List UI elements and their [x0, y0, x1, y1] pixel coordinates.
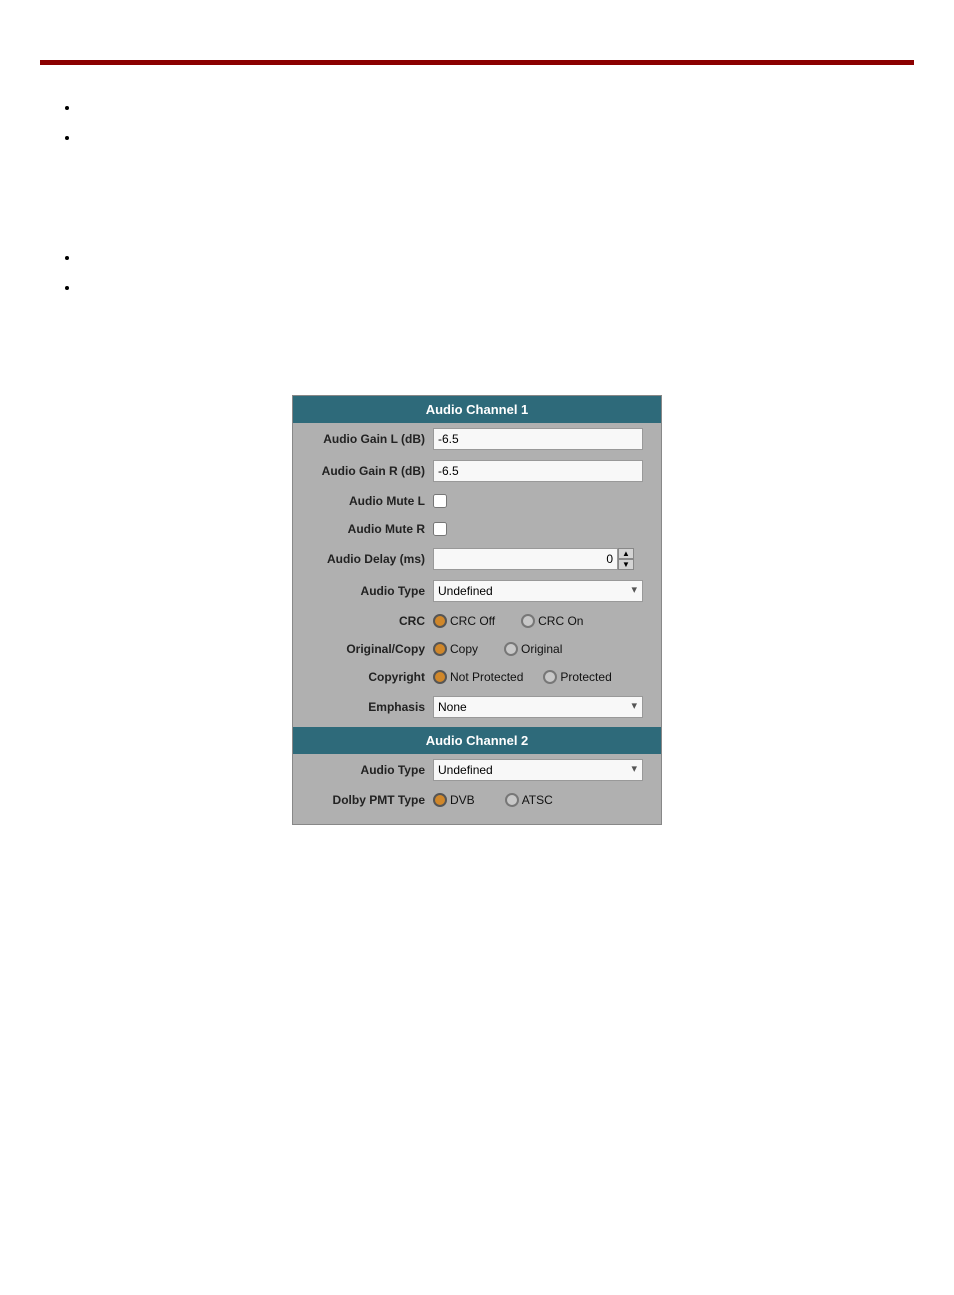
bullet-item — [80, 245, 954, 263]
audio-type2-select-wrap: Undefined MPEG1 Layer1 MPEG1 Layer2 MPEG… — [433, 759, 643, 781]
audio-type2-row: Audio Type Undefined MPEG1 Layer1 MPEG1 … — [293, 754, 661, 786]
crc-radio-group: CRC Off CRC On — [433, 614, 583, 628]
emphasis-label: Emphasis — [303, 700, 433, 714]
dolby-pmt-row: Dolby PMT Type DVB ATSC — [293, 786, 661, 814]
original-label: Original — [521, 642, 562, 656]
original-copy-radio-group: Copy Original — [433, 642, 562, 656]
bullet-item — [80, 125, 954, 143]
audio-mute-r-label: Audio Mute R — [303, 522, 433, 536]
copy-label: Copy — [450, 642, 478, 656]
audio-gain-l-input[interactable] — [433, 428, 643, 450]
copyright-label: Copyright — [303, 670, 433, 684]
audio-gain-l-label: Audio Gain L (dB) — [303, 432, 433, 446]
crc-on-item[interactable]: CRC On — [521, 614, 583, 628]
audio-mute-l-checkbox[interactable] — [433, 494, 447, 508]
bullet-list-2 — [80, 245, 954, 293]
original-radio[interactable] — [504, 642, 518, 656]
crc-on-label: CRC On — [538, 614, 583, 628]
emphasis-control: None 50/15 μs CCITT J.17 — [433, 696, 651, 718]
original-copy-label: Original/Copy — [303, 642, 433, 656]
emphasis-select[interactable]: None 50/15 μs CCITT J.17 — [433, 696, 643, 718]
protected-radio[interactable] — [543, 670, 557, 684]
audio-mute-r-checkbox[interactable] — [433, 522, 447, 536]
crc-row: CRC CRC Off CRC On — [293, 607, 661, 635]
audio-delay-spinner-btns: ▲ ▼ — [618, 548, 634, 570]
audio-type-select[interactable]: Undefined MPEG1 Layer1 MPEG1 Layer2 MPEG… — [433, 580, 643, 602]
emphasis-select-wrap: None 50/15 μs CCITT J.17 — [433, 696, 643, 718]
audio-type-select-wrap: Undefined MPEG1 Layer1 MPEG1 Layer2 MPEG… — [433, 580, 643, 602]
channel2-header: Audio Channel 2 — [293, 727, 661, 754]
copy-radio[interactable] — [433, 642, 447, 656]
audio-gain-l-row: Audio Gain L (dB) — [293, 423, 661, 455]
audio-mute-l-label: Audio Mute L — [303, 494, 433, 508]
audio-mute-r-row: Audio Mute R — [293, 515, 661, 543]
emphasis-row: Emphasis None 50/15 μs CCITT J.17 — [293, 691, 661, 723]
copyright-control: Not Protected Protected — [433, 670, 651, 684]
crc-control: CRC Off CRC On — [433, 614, 651, 628]
audio-mute-l-row: Audio Mute L — [293, 487, 661, 515]
crc-off-item[interactable]: CRC Off — [433, 614, 495, 628]
original-copy-row: Original/Copy Copy Original — [293, 635, 661, 663]
audio-gain-r-row: Audio Gain R (dB) — [293, 455, 661, 487]
dolby-pmt-radio-group: DVB ATSC — [433, 793, 553, 807]
top-rule — [40, 60, 914, 65]
bullet-item — [80, 275, 954, 293]
copyright-radio-group: Not Protected Protected — [433, 670, 612, 684]
audio-gain-l-control — [433, 428, 651, 450]
not-protected-item[interactable]: Not Protected — [433, 670, 523, 684]
dvb-item[interactable]: DVB — [433, 793, 475, 807]
protected-label: Protected — [560, 670, 611, 684]
audio-type-control: Undefined MPEG1 Layer1 MPEG1 Layer2 MPEG… — [433, 580, 651, 602]
bullet-item — [80, 95, 954, 113]
audio-delay-down-btn[interactable]: ▼ — [618, 559, 634, 570]
crc-on-radio[interactable] — [521, 614, 535, 628]
audio-delay-spinner: ▲ ▼ — [433, 548, 634, 570]
audio-type-row: Audio Type Undefined MPEG1 Layer1 MPEG1 … — [293, 575, 661, 607]
dolby-pmt-label: Dolby PMT Type — [303, 793, 433, 807]
audio-delay-control: ▲ ▼ — [433, 548, 651, 570]
audio-delay-up-btn[interactable]: ▲ — [618, 548, 634, 559]
audio-delay-label: Audio Delay (ms) — [303, 552, 433, 566]
audio-type-label: Audio Type — [303, 584, 433, 598]
audio-type2-control: Undefined MPEG1 Layer1 MPEG1 Layer2 MPEG… — [433, 759, 651, 781]
crc-off-radio[interactable] — [433, 614, 447, 628]
not-protected-radio[interactable] — [433, 670, 447, 684]
audio-gain-r-control — [433, 460, 651, 482]
dvb-label: DVB — [450, 793, 475, 807]
channel1-header: Audio Channel 1 — [293, 396, 661, 423]
original-copy-control: Copy Original — [433, 642, 651, 656]
audio-type2-label: Audio Type — [303, 763, 433, 777]
audio-gain-r-label: Audio Gain R (dB) — [303, 464, 433, 478]
bullet-list — [80, 95, 954, 143]
audio-type2-select[interactable]: Undefined MPEG1 Layer1 MPEG1 Layer2 MPEG… — [433, 759, 643, 781]
atsc-label: ATSC — [522, 793, 553, 807]
copyright-row: Copyright Not Protected Protected — [293, 663, 661, 691]
audio-delay-input[interactable] — [433, 548, 618, 570]
copy-item[interactable]: Copy — [433, 642, 478, 656]
atsc-item[interactable]: ATSC — [505, 793, 553, 807]
audio-mute-r-control — [433, 522, 651, 536]
not-protected-label: Not Protected — [450, 670, 523, 684]
dolby-pmt-control: DVB ATSC — [433, 793, 651, 807]
dvb-radio[interactable] — [433, 793, 447, 807]
audio-settings-panel: Audio Channel 1 Audio Gain L (dB) Audio … — [292, 395, 662, 825]
atsc-radio[interactable] — [505, 793, 519, 807]
protected-item[interactable]: Protected — [543, 670, 611, 684]
crc-label: CRC — [303, 614, 433, 628]
audio-delay-row: Audio Delay (ms) ▲ ▼ — [293, 543, 661, 575]
audio-mute-l-control — [433, 494, 651, 508]
audio-gain-r-input[interactable] — [433, 460, 643, 482]
crc-off-label: CRC Off — [450, 614, 495, 628]
original-item[interactable]: Original — [504, 642, 562, 656]
